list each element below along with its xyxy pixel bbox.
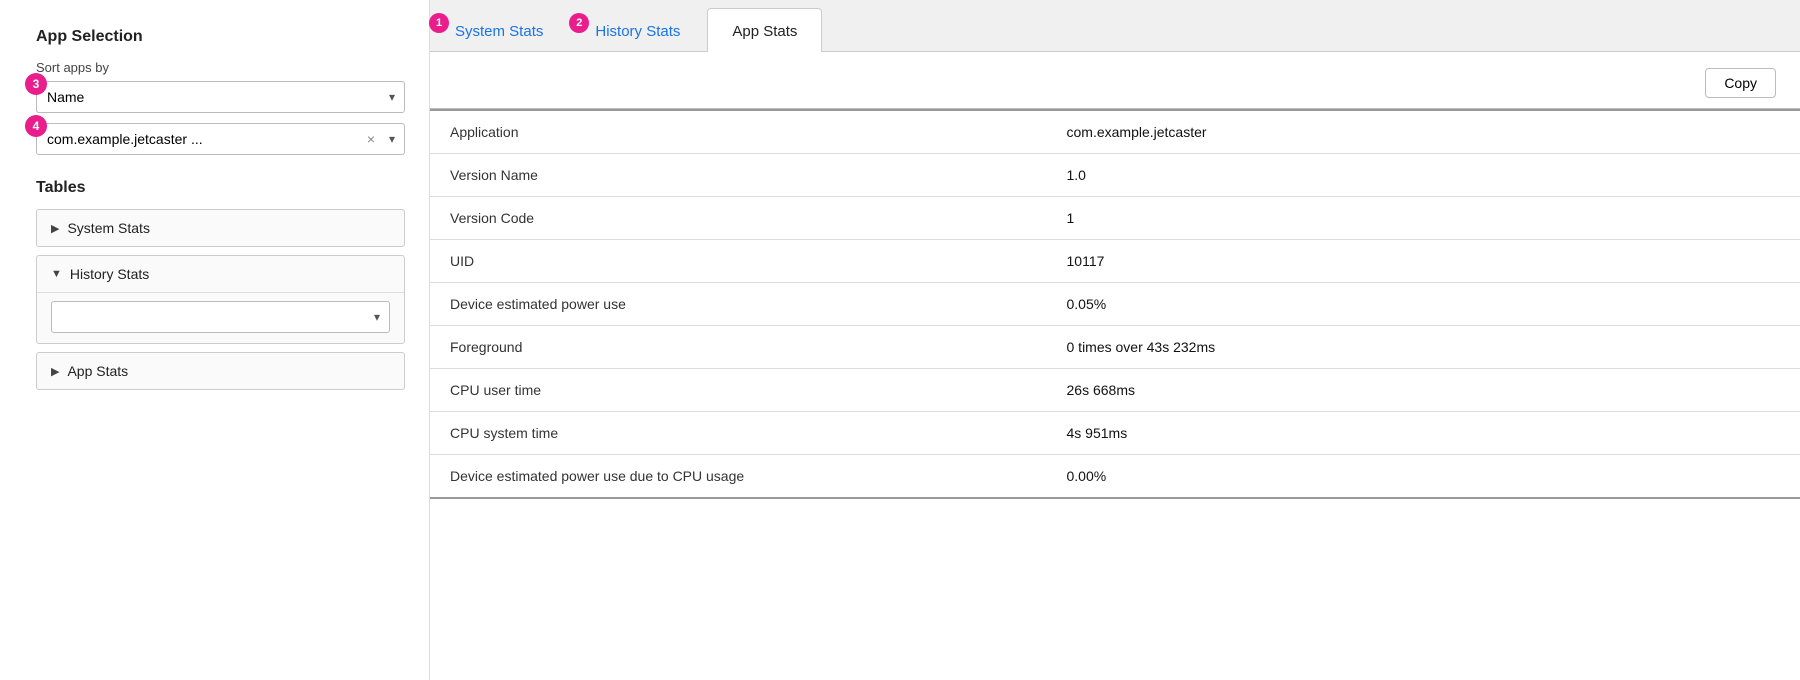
content-area: Copy Applicationcom.example.jetcasterVer… — [430, 52, 1800, 680]
badge-3: 3 — [25, 73, 47, 95]
badge-4: 4 — [25, 115, 47, 137]
table-row: CPU user time26s 668ms — [430, 369, 1800, 412]
history-stats-sub-select[interactable] — [51, 301, 390, 333]
stat-key: CPU system time — [430, 412, 1047, 455]
copy-bar: Copy — [430, 52, 1800, 109]
tab-badge-1: 1 — [429, 13, 449, 33]
tabs-bar: 1 System Stats 2 History Stats App Stats — [430, 0, 1800, 52]
table-item-header-app-stats[interactable]: ▶ App Stats — [37, 353, 404, 389]
stats-table: Applicationcom.example.jetcasterVersion … — [430, 109, 1800, 499]
table-row: Version Name1.0 — [430, 154, 1800, 197]
tab-system-stats[interactable]: 1 System Stats — [430, 8, 568, 52]
table-item-header-history-stats[interactable]: ▼ History Stats — [37, 256, 404, 292]
tab-history-stats-label: History Stats — [595, 23, 680, 40]
stat-value: 1 — [1047, 197, 1800, 240]
tab-app-stats[interactable]: App Stats — [707, 8, 822, 52]
stat-key: Version Name — [430, 154, 1047, 197]
main-panel: 1 System Stats 2 History Stats App Stats… — [430, 0, 1800, 680]
stat-value: 26s 668ms — [1047, 369, 1800, 412]
table-row: CPU system time4s 951ms — [430, 412, 1800, 455]
sidebar-title: App Selection — [36, 28, 405, 46]
app-clear-button[interactable]: × — [367, 131, 375, 147]
table-row: Foreground0 times over 43s 232ms — [430, 326, 1800, 369]
stat-value: 1.0 — [1047, 154, 1800, 197]
table-item-header-system-stats[interactable]: ▶ System Stats — [37, 210, 404, 246]
tab-system-stats-label: System Stats — [455, 23, 543, 40]
history-stats-arrow-icon: ▼ — [51, 268, 62, 280]
app-stats-label: App Stats — [67, 363, 128, 379]
tab-app-stats-label: App Stats — [732, 23, 797, 40]
stat-key: UID — [430, 240, 1047, 283]
sort-label: Sort apps by — [36, 60, 405, 75]
stat-key: CPU user time — [430, 369, 1047, 412]
stat-value: com.example.jetcaster — [1047, 110, 1800, 154]
sidebar: App Selection Sort apps by 3 Name ▾ 4 co… — [0, 0, 430, 680]
stat-value: 0.05% — [1047, 283, 1800, 326]
sort-select[interactable]: Name — [36, 81, 405, 113]
app-select[interactable]: com.example.jetcaster ... — [36, 123, 405, 155]
app-stats-arrow-icon: ▶ — [51, 365, 59, 378]
stat-value: 4s 951ms — [1047, 412, 1800, 455]
stat-key: Device estimated power use due to CPU us… — [430, 455, 1047, 499]
tables-title: Tables — [36, 179, 405, 197]
system-stats-label: System Stats — [67, 220, 149, 236]
table-row: Device estimated power use0.05% — [430, 283, 1800, 326]
table-row: Version Code1 — [430, 197, 1800, 240]
stat-key: Foreground — [430, 326, 1047, 369]
table-row: Device estimated power use due to CPU us… — [430, 455, 1800, 499]
history-stats-body: ▾ — [37, 292, 404, 343]
table-item-history-stats: ▼ History Stats ▾ — [36, 255, 405, 344]
table-row: UID10117 — [430, 240, 1800, 283]
system-stats-arrow-icon: ▶ — [51, 222, 59, 235]
table-item-system-stats: ▶ System Stats — [36, 209, 405, 247]
table-row: Applicationcom.example.jetcaster — [430, 110, 1800, 154]
stat-value: 0.00% — [1047, 455, 1800, 499]
stat-key: Application — [430, 110, 1047, 154]
table-item-app-stats: ▶ App Stats — [36, 352, 405, 390]
tab-badge-2: 2 — [569, 13, 589, 33]
history-stats-label: History Stats — [70, 266, 149, 282]
stat-key: Version Code — [430, 197, 1047, 240]
stat-key: Device estimated power use — [430, 283, 1047, 326]
copy-button[interactable]: Copy — [1705, 68, 1776, 98]
tab-history-stats[interactable]: 2 History Stats — [570, 8, 705, 52]
stat-value: 10117 — [1047, 240, 1800, 283]
stat-value: 0 times over 43s 232ms — [1047, 326, 1800, 369]
